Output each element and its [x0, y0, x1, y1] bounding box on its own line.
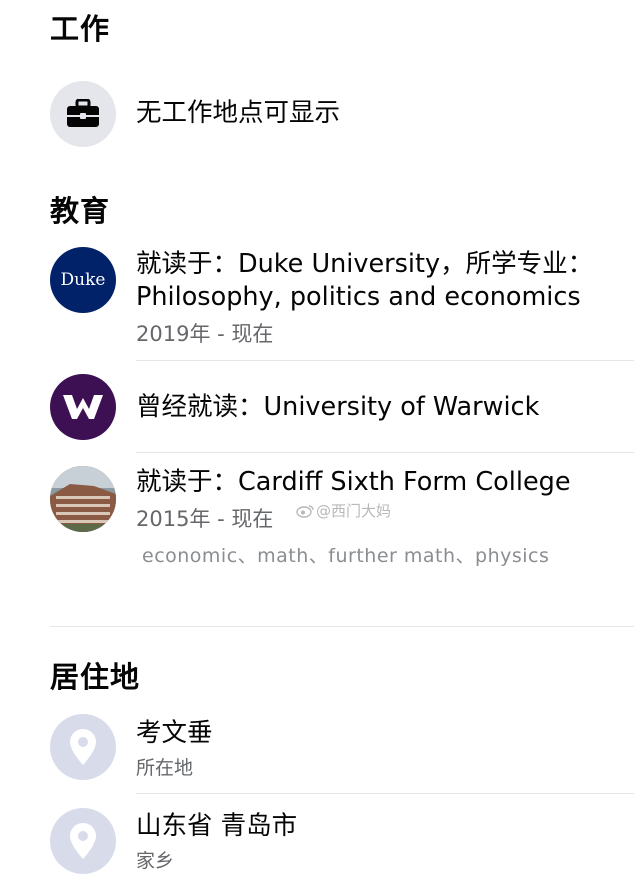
location-pin-icon	[50, 714, 116, 780]
education-duke-line2: Philosophy, politics and economics	[136, 282, 581, 312]
education-duke-line1[interactable]: 就读于：Duke University，所学专业：	[136, 248, 593, 281]
watermark: @西门大妈	[296, 500, 391, 521]
cardiff-college-photo[interactable]	[50, 466, 116, 532]
education-section-title: 教育	[50, 194, 111, 228]
location-pin-icon	[50, 808, 116, 874]
duke-logo[interactable]: Duke	[50, 247, 116, 313]
residence-hometown[interactable]: 山东省 青岛市	[136, 810, 297, 843]
education-cardiff-years: 2015年 - 现在	[136, 507, 274, 531]
education-cardiff-subjects: economic、math、further math、physics	[142, 545, 550, 567]
divider	[136, 360, 634, 361]
residence-section-title: 居住地	[50, 660, 141, 694]
education-duke-years: 2019年 - 现在	[136, 322, 274, 346]
residence-current-city[interactable]: 考文垂	[136, 717, 213, 750]
residence-current-label: 所在地	[136, 757, 194, 779]
work-section-title: 工作	[50, 12, 111, 46]
briefcase-icon	[50, 81, 116, 147]
warwick-w-icon	[63, 395, 103, 419]
building-photo-icon	[50, 466, 116, 532]
education-cardiff-line1[interactable]: 就读于：Cardiff Sixth Form College	[136, 466, 571, 499]
work-empty-text: 无工作地点可显示	[136, 98, 341, 128]
warwick-logo[interactable]	[50, 374, 116, 440]
divider	[136, 793, 634, 794]
divider	[136, 452, 634, 453]
watermark-text: @西门大妈	[316, 502, 392, 520]
residence-hometown-label: 家乡	[136, 850, 175, 872]
duke-logo-text: Duke	[60, 270, 106, 290]
education-warwick-line1[interactable]: 曾经就读：University of Warwick	[136, 391, 539, 424]
weibo-icon	[296, 504, 314, 518]
section-divider	[50, 626, 634, 627]
